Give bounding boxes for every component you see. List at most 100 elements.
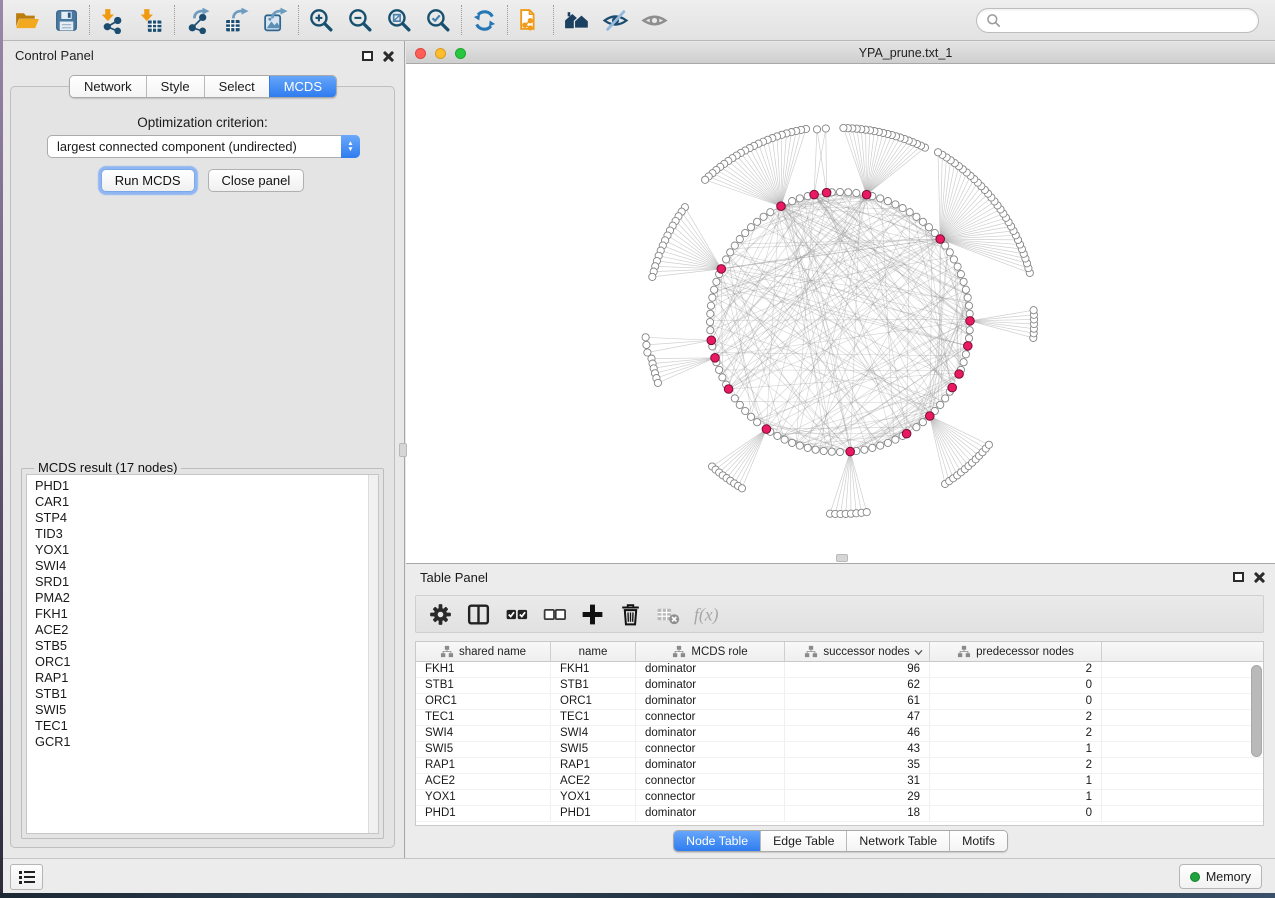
mcds-result-item[interactable]: FKH1 [27,606,367,622]
tab-select[interactable]: Select [204,76,269,97]
table-scrollbar-thumb[interactable] [1251,665,1262,757]
svg-text:f(x): f(x) [694,604,719,624]
mcds-result-item[interactable]: PMA2 [27,590,367,606]
mcds-result-item[interactable]: RAP1 [27,670,367,686]
cell-mcds_role: dominator [636,678,785,693]
task-history-button[interactable] [10,864,43,890]
network-graph[interactable] [406,64,1275,563]
search-icon [986,13,1001,28]
mcds-result-item[interactable]: ACE2 [27,622,367,638]
tab-network-table[interactable]: Network Table [846,831,949,851]
delete-column-trash-icon[interactable] [614,599,646,629]
share-network-document-icon[interactable] [511,3,550,37]
cell-mcds_role: dominator [636,758,785,773]
save-session-icon[interactable] [47,3,86,37]
mcds-result-item[interactable]: YOX1 [27,542,367,558]
mcds-result-item[interactable]: ORC1 [27,654,367,670]
cell-shared_name: YOX1 [416,790,551,805]
hide-selected-eye-icon[interactable] [596,3,635,37]
search-input[interactable] [1006,13,1249,28]
cell-name: ACE2 [551,774,636,789]
select-all-checks-icon[interactable] [500,599,532,629]
mcds-result-item[interactable]: PHD1 [27,478,367,494]
table-row[interactable]: PHD1PHD1dominator180 [416,806,1263,822]
column-header-successor-nodes[interactable]: successor nodes [785,642,930,661]
vertical-splitter-grip[interactable] [399,443,407,457]
mcds-result-item[interactable]: SWI4 [27,558,367,574]
mcds-result-list[interactable]: PHD1CAR1STP4TID3YOX1SWI4SRD1PMA2FKH1ACE2… [26,474,379,834]
settings-gear-icon[interactable] [424,599,456,629]
column-header-shared-name[interactable]: shared name [416,642,551,661]
tab-style[interactable]: Style [146,76,204,97]
import-network-icon[interactable] [93,3,132,37]
mcds-result-item[interactable]: TID3 [27,526,367,542]
search-box[interactable] [976,8,1259,33]
export-table-icon[interactable] [217,3,256,37]
mcds-result-item[interactable]: TEC1 [27,718,367,734]
export-image-icon[interactable] [256,3,295,37]
horizontal-splitter-grip[interactable] [836,554,848,562]
close-table-panel-icon[interactable] [1253,571,1265,583]
cell-successor_nodes: 96 [785,662,930,677]
cell-shared_name: FKH1 [416,662,551,677]
mcds-result-item[interactable]: CAR1 [27,494,367,510]
table-row[interactable]: STB1STB1dominator620 [416,678,1263,694]
optimization-criterion-label: Optimization criterion: [11,115,394,130]
export-network-icon[interactable] [178,3,217,37]
zoom-selected-icon[interactable] [419,3,458,37]
column-header-predecessor-nodes[interactable]: predecessor nodes [930,642,1102,661]
table-row[interactable]: SWI4SWI4dominator462 [416,726,1263,742]
neighborhood-houses-icon[interactable] [557,3,596,37]
mcds-result-groupbox: MCDS result (17 nodes) PHD1CAR1STP4TID3Y… [21,468,384,839]
float-panel-icon[interactable] [362,51,373,61]
mcds-result-item[interactable]: GCR1 [27,734,367,750]
refresh-view-icon[interactable] [465,3,504,37]
tab-edge-table[interactable]: Edge Table [760,831,846,851]
table-row[interactable]: ORC1ORC1dominator610 [416,694,1263,710]
optimization-criterion-dropdown[interactable]: largest connected component (undirected)… [47,135,360,158]
tab-mcds[interactable]: MCDS [269,76,336,97]
add-column-plus-icon[interactable] [576,599,608,629]
deselect-all-boxes-icon[interactable] [538,599,570,629]
table-row[interactable]: ACE2ACE2connector311 [416,774,1263,790]
cell-shared_name: ORC1 [416,694,551,709]
cell-predecessor_nodes: 0 [930,806,1102,821]
float-table-panel-icon[interactable] [1233,572,1244,582]
open-session-icon[interactable] [8,3,47,37]
mcds-result-item[interactable]: STB5 [27,638,367,654]
zoom-in-icon[interactable] [302,3,341,37]
cell-name: STB1 [551,678,636,693]
close-panel-button[interactable]: Close panel [208,169,305,192]
tab-network[interactable]: Network [70,76,146,97]
tab-node-table[interactable]: Node Table [674,831,760,851]
memory-button[interactable]: Memory [1179,864,1262,889]
cell-filler [1102,710,1263,725]
table-row[interactable]: TEC1TEC1connector472 [416,710,1263,726]
show-hidden-eye-icon[interactable] [635,3,674,37]
table-row[interactable]: SWI5SWI5connector431 [416,742,1263,758]
table-row[interactable]: YOX1YOX1connector291 [416,790,1263,806]
split-panel-icon[interactable] [462,599,494,629]
toolbar-separator [298,5,299,35]
mcds-list-scrollbar[interactable] [368,475,378,833]
mcds-result-item[interactable]: SWI5 [27,702,367,718]
mcds-result-item[interactable]: SRD1 [27,574,367,590]
close-panel-icon[interactable] [382,50,394,62]
cell-successor_nodes: 35 [785,758,930,773]
zoom-out-icon[interactable] [341,3,380,37]
cell-predecessor_nodes: 2 [930,726,1102,741]
zoom-fit-icon[interactable] [380,3,419,37]
network-window-titlebar[interactable]: YPA_prune.txt_1 [406,42,1275,64]
mcds-result-item[interactable]: STP4 [27,510,367,526]
import-table-icon[interactable] [132,3,171,37]
table-row[interactable]: FKH1FKH1dominator962 [416,662,1263,678]
table-row[interactable]: RAP1RAP1dominator352 [416,758,1263,774]
mcds-result-item[interactable]: STB1 [27,686,367,702]
network-canvas[interactable] [406,64,1275,563]
cell-mcds_role: connector [636,790,785,805]
tab-motifs[interactable]: Motifs [949,831,1007,851]
table-header-row: shared namenameMCDS rolesuccessor nodesp… [416,642,1263,662]
column-header-name[interactable]: name [551,642,636,661]
run-mcds-button[interactable]: Run MCDS [101,169,195,192]
column-header-MCDS-role[interactable]: MCDS role [636,642,785,661]
